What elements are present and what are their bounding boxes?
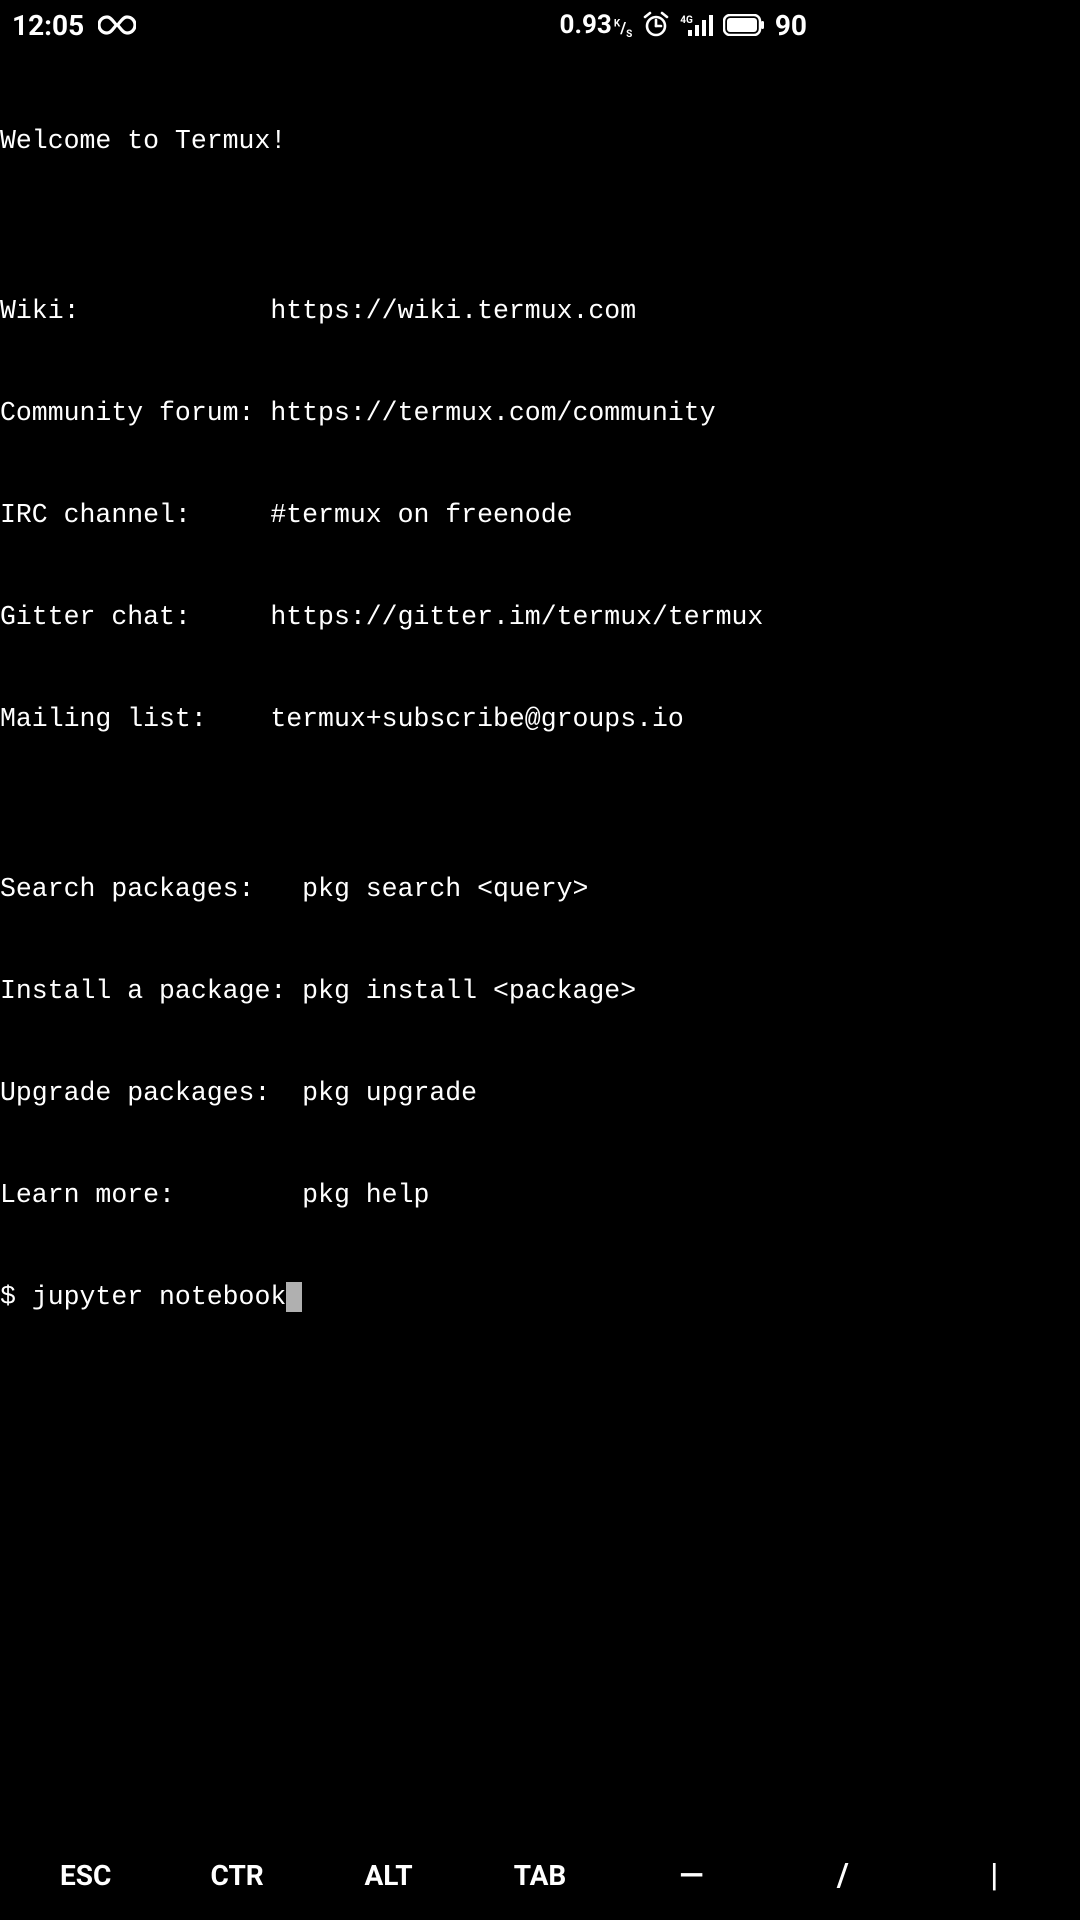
infinity-icon (98, 15, 136, 35)
key-alt[interactable]: ALT (313, 1859, 464, 1892)
terminal-line: Wiki: https://wiki.termux.com (0, 294, 819, 328)
terminal-input-command[interactable]: jupyter notebook (32, 1282, 286, 1312)
network-speed-unit: K/S (614, 18, 632, 40)
terminal-line: Welcome to Termux! (0, 124, 819, 158)
network-speed: 0.93 K/S (560, 10, 633, 40)
key-dash[interactable]: — (616, 1856, 767, 1894)
terminal-cursor (286, 1282, 302, 1312)
status-time: 12:05 (12, 9, 84, 42)
status-bar: 12:05 0.93 K/S 4G (0, 0, 819, 50)
terminal-line: Search packages: pkg search <query> (0, 872, 819, 906)
signal-group: 4G (680, 14, 713, 36)
key-tab[interactable]: TAB (464, 1859, 615, 1892)
alarm-icon (642, 11, 670, 39)
status-bar-left: 12:05 (12, 9, 136, 42)
network-speed-value: 0.93 (560, 10, 612, 40)
terminal-line: Gitter chat: https://gitter.im/termux/te… (0, 600, 819, 634)
signal-gen-label: 4G (680, 15, 693, 26)
terminal-line: Upgrade packages: pkg upgrade (0, 1076, 819, 1110)
terminal-prompt-symbol: $ (0, 1282, 32, 1312)
terminal-line: Community forum: https://termux.com/comm… (0, 396, 819, 430)
key-esc[interactable]: ESC (10, 1859, 161, 1892)
key-pipe[interactable]: | (919, 1856, 1070, 1894)
terminal-line: Mailing list: termux+subscribe@groups.io (0, 702, 819, 736)
extra-keys-row: ESC CTR ALT TAB — / | (0, 1842, 1080, 1920)
key-ctr[interactable]: CTR (161, 1859, 312, 1892)
status-bar-right: 0.93 K/S 4G (560, 9, 807, 42)
terminal-line: Install a package: pkg install <package> (0, 974, 819, 1008)
terminal-line: IRC channel: #termux on freenode (0, 498, 819, 532)
terminal-prompt-line[interactable]: $ jupyter notebook (0, 1280, 819, 1314)
key-slash[interactable]: / (767, 1856, 918, 1894)
terminal-line: Learn more: pkg help (0, 1178, 819, 1212)
battery-icon (723, 14, 765, 36)
battery-percent: 90 (775, 9, 807, 42)
terminal-view[interactable]: Welcome to Termux! Wiki: https://wiki.te… (0, 50, 819, 1348)
